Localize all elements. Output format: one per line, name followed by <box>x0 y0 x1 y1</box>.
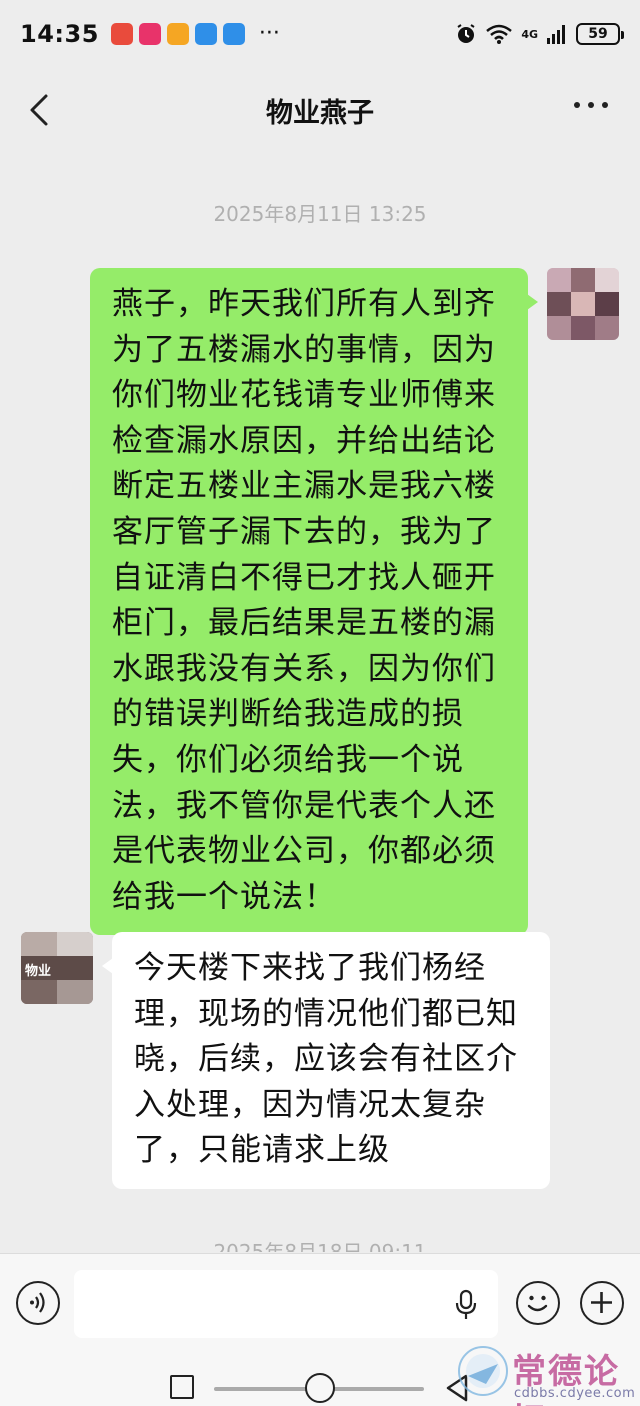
contact-avatar[interactable]: 物业 <box>21 932 93 1004</box>
message-line: 的错误判断给我造成的损 <box>112 696 464 733</box>
message-line: 客厅管子漏下去的，我为了 <box>112 513 496 550</box>
message-line: 断定五楼业主漏水是我六楼 <box>112 468 496 505</box>
message-line: 你们物业花钱请专业师傅来 <box>112 377 496 414</box>
plus-icon <box>591 1292 612 1313</box>
back-arrow-icon[interactable] <box>24 92 56 128</box>
message-line: 是代表物业公司，你都必须 <box>112 833 496 870</box>
microphone-icon[interactable] <box>454 1289 478 1321</box>
emoji-button[interactable] <box>516 1281 560 1325</box>
forum-logo-icon <box>458 1346 508 1396</box>
message-line: 今天楼下来找了我们杨经 <box>134 950 486 986</box>
message-line: 水跟我没有关系，因为你们 <box>112 650 496 687</box>
message-line: 失，你们必须给我一个说 <box>112 741 464 778</box>
more-notifications-icon: ··· <box>258 21 280 46</box>
chat-area[interactable]: 2025年8月11日 13:25 燕子，昨天我们所有人到齐 为了五楼漏水的事情，… <box>0 152 640 1252</box>
message-line: 了，只能请求上级 <box>134 1132 390 1169</box>
message-line: 法，我不管你是代表个人还 <box>112 787 496 824</box>
battery-indicator: 59 <box>576 23 624 45</box>
recent-apps-icon[interactable] <box>170 1375 194 1399</box>
smiley-icon <box>527 1295 548 1312</box>
notification-icons: ··· <box>110 21 280 46</box>
network-app-icon-2 <box>222 23 245 45</box>
avatar-label: 物业 <box>25 964 52 979</box>
video-app-icon <box>138 23 161 45</box>
incoming-message-bubble[interactable]: 今天楼下来找了我们杨经 理，现场的情况他们都已知 晓，后续，应该会有社区介 入处… <box>102 932 550 1189</box>
outgoing-message-bubble[interactable]: 燕子，昨天我们所有人到齐 为了五楼漏水的事情，因为 你们物业花钱请专业师傅来 检… <box>90 268 538 936</box>
my-avatar[interactable] <box>547 268 619 340</box>
app-notification-icon <box>110 23 133 45</box>
message-line: 理，现场的情况他们都已知 <box>134 995 518 1032</box>
status-time: 14:35 <box>20 20 99 48</box>
message-line: 自证清白不得已才找人砸开 <box>112 559 496 596</box>
network-app-icon <box>194 23 217 45</box>
message-input-bar <box>0 1253 640 1353</box>
chat-header: 物业燕子 <box>0 68 640 152</box>
message-input[interactable] <box>74 1270 498 1338</box>
network-type: 4G <box>521 27 538 41</box>
message-line: 检查漏水原因，并给出结论 <box>112 422 496 459</box>
alarm-icon <box>457 24 475 43</box>
orange-app-icon <box>166 23 189 45</box>
message-timestamp-2: 2025年8月18日 09:11 <box>213 1240 427 1252</box>
wifi-icon <box>486 24 513 44</box>
more-options-icon[interactable] <box>574 102 610 116</box>
chat-title: 物业燕子 <box>266 97 374 129</box>
message-line: 给我一个说法！ <box>112 878 336 915</box>
message-line: 入处理，因为情况太复杂 <box>134 1086 486 1123</box>
home-icon[interactable] <box>305 1373 335 1403</box>
forum-watermark: 常德论坛 cdbbs.cdyee.com <box>456 1342 640 1406</box>
message-line: 柜门，最后结果是五楼的漏 <box>112 605 496 642</box>
status-bar: 14:35 ··· 4G 59 <box>0 0 640 68</box>
message-line: 燕子，昨天我们所有人到齐 <box>112 286 496 322</box>
message-line: 为了五楼漏水的事情，因为 <box>112 331 496 368</box>
message-line: 晓，后续，应该会有社区介 <box>134 1041 518 1078</box>
watermark-url: cdbbs.cdyee.com <box>514 1386 636 1401</box>
voice-input-button[interactable] <box>16 1281 60 1325</box>
signal-icon <box>547 25 565 44</box>
voice-wave-icon <box>30 1292 45 1313</box>
more-actions-button[interactable] <box>580 1281 624 1325</box>
message-timestamp: 2025年8月11日 13:25 <box>213 202 427 226</box>
